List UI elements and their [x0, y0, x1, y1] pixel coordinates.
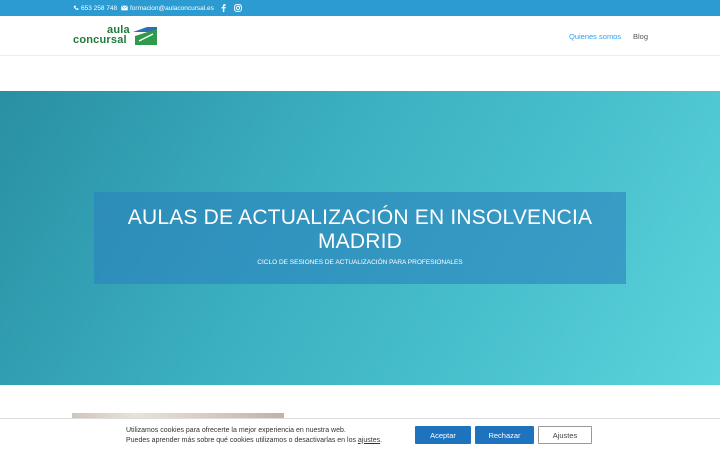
- cookie-line1: Utilizamos cookies para ofrecerte la mej…: [126, 427, 346, 434]
- hero-title-line1: AULAS DE ACTUALIZACIÓN EN INSOLVENCIA: [127, 206, 593, 229]
- envelope-icon: [121, 5, 128, 11]
- nav-quienes-somos[interactable]: Quienes somos: [569, 32, 621, 42]
- instagram-icon: [234, 4, 242, 12]
- cookie-settings-link[interactable]: ajustes: [358, 437, 380, 444]
- phone-contact[interactable]: 653 258 748: [73, 0, 117, 16]
- hero-subtitle: CICLO DE SESIONES DE ACTUALIZACIÓN PARA …: [257, 259, 463, 266]
- site-logo[interactable]: aula concursal: [73, 25, 163, 49]
- email-contact[interactable]: formacion@aulaconcursal.es: [121, 0, 214, 16]
- facebook-link[interactable]: [221, 0, 226, 16]
- hero-section: AULAS DE ACTUALIZACIÓN EN INSOLVENCIA MA…: [0, 91, 720, 385]
- email-address: formacion@aulaconcursal.es: [130, 4, 214, 12]
- phone-icon: [73, 5, 79, 10]
- cookie-line2-prefix: Puedes aprender más sobre qué cookies ut…: [126, 436, 356, 444]
- logo-text-concursal: concursal: [73, 34, 127, 46]
- instagram-link[interactable]: [234, 0, 242, 16]
- hero-title-box: AULAS DE ACTUALIZACIÓN EN INSOLVENCIA MA…: [94, 192, 626, 284]
- top-bar: 653 258 748 formacion@aulaconcursal.es: [0, 0, 720, 16]
- reject-button[interactable]: Rechazar: [475, 426, 534, 444]
- facebook-icon: [221, 4, 226, 12]
- nav-blog[interactable]: Blog: [633, 32, 648, 42]
- hero-title: AULAS DE ACTUALIZACIÓN EN INSOLVENCIA MA…: [94, 206, 626, 254]
- phone-number: 653 258 748: [81, 4, 118, 12]
- cookie-banner: Utilizamos cookies para ofrecerte la mej…: [0, 418, 720, 450]
- settings-button[interactable]: Ajustes: [538, 426, 592, 444]
- cookie-line2: Puedes aprender más sobre qué cookies ut…: [126, 436, 382, 446]
- cookie-message: Utilizamos cookies para ofrecerte la mej…: [126, 426, 382, 445]
- site-header: aula concursal Quienes somos Blog: [0, 16, 720, 56]
- accept-button[interactable]: Aceptar: [415, 426, 471, 444]
- hero-title-line2: MADRID: [317, 230, 403, 253]
- cookie-line2-suffix: .: [380, 436, 383, 444]
- logo-mark-icon: [133, 27, 157, 45]
